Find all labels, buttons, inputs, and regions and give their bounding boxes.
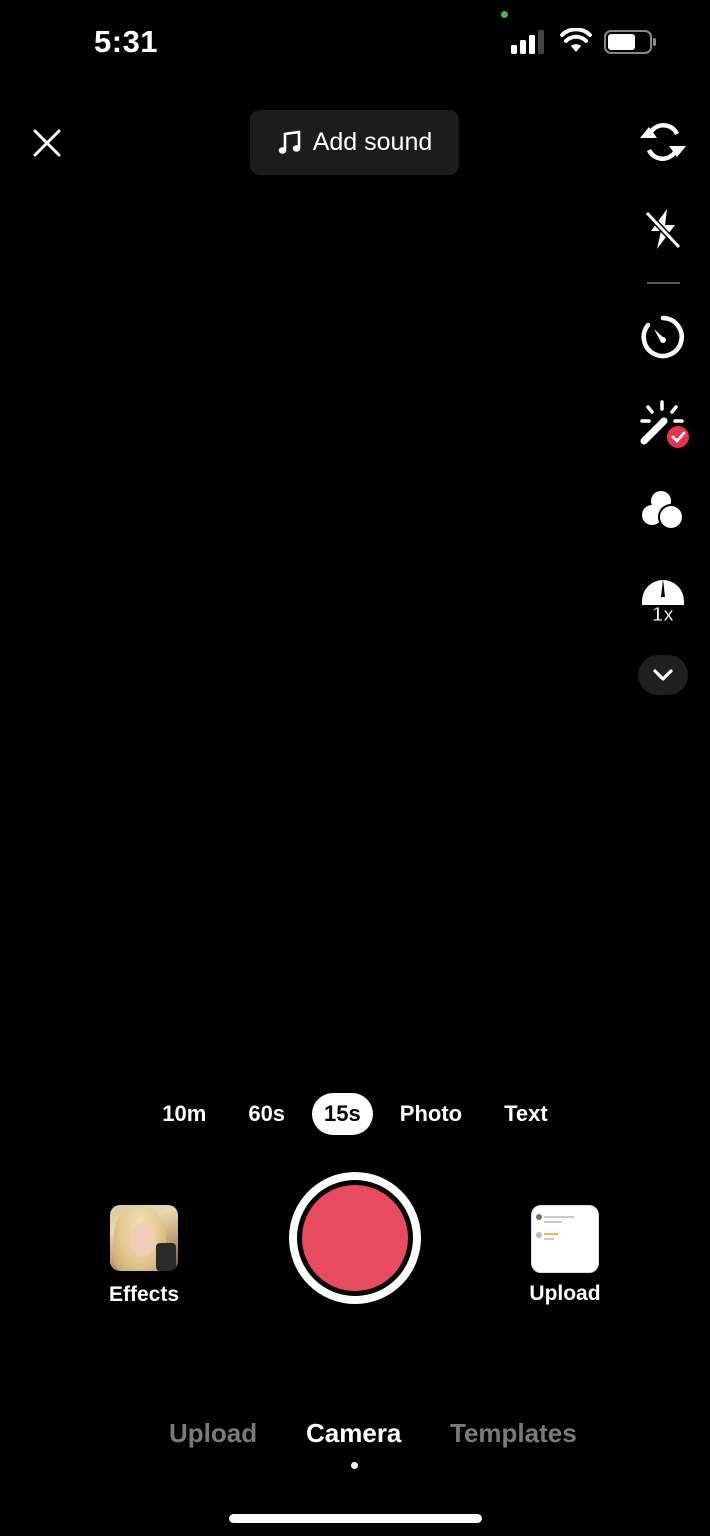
chevron-down-icon	[653, 669, 673, 681]
timer-icon	[641, 315, 684, 359]
music-note-icon	[278, 130, 301, 154]
effects-thumbnail	[110, 1205, 178, 1271]
upload-thumbnail	[531, 1205, 599, 1273]
enhance-button[interactable]	[636, 397, 690, 451]
status-time: 5:31	[94, 24, 159, 59]
add-sound-label: Add sound	[312, 128, 433, 156]
upload-button[interactable]: Upload	[527, 1205, 603, 1306]
effects-button[interactable]: Effects	[108, 1205, 180, 1307]
tab-camera[interactable]: Camera	[306, 1418, 401, 1449]
effects-label: Effects	[108, 1283, 180, 1306]
filters-button[interactable]	[636, 484, 690, 538]
flash-off-icon	[644, 209, 682, 250]
mode-60s[interactable]: 60s	[227, 1093, 306, 1135]
tab-upload[interactable]: Upload	[169, 1418, 257, 1449]
speed-button[interactable]: 1x	[636, 570, 690, 624]
battery-icon	[604, 30, 656, 54]
svg-text:1x: 1x	[652, 604, 674, 623]
camera-in-use-indicator	[501, 11, 508, 18]
flash-button[interactable]	[636, 202, 690, 256]
magic-wand-icon	[640, 400, 689, 448]
cellular-signal-icon	[511, 30, 544, 54]
expand-more-button[interactable]	[638, 655, 688, 695]
enabled-badge	[667, 426, 689, 448]
duration-mode-selector: 10m 60s 15s Photo Text	[0, 1092, 710, 1136]
mode-text[interactable]: Text	[483, 1093, 569, 1135]
close-icon[interactable]	[28, 124, 66, 162]
wifi-icon	[560, 28, 592, 52]
bottom-tabs: Upload Camera Templates	[0, 1418, 710, 1458]
filters-icon	[642, 491, 684, 530]
mode-photo[interactable]: Photo	[379, 1093, 483, 1135]
speed-gauge-icon: 1x	[642, 579, 684, 623]
active-tab-indicator	[351, 1462, 358, 1469]
flip-camera-button[interactable]	[636, 115, 690, 169]
record-button[interactable]	[289, 1172, 421, 1304]
mode-15s[interactable]: 15s	[312, 1093, 373, 1135]
tab-templates[interactable]: Templates	[450, 1418, 577, 1449]
home-indicator[interactable]	[229, 1514, 482, 1523]
upload-label: Upload	[529, 1282, 601, 1305]
flip-camera-icon	[640, 123, 686, 161]
timer-button[interactable]	[636, 310, 690, 364]
rail-divider	[647, 282, 680, 284]
mode-10m[interactable]: 10m	[141, 1093, 227, 1135]
add-sound-button[interactable]: Add sound	[250, 110, 459, 175]
